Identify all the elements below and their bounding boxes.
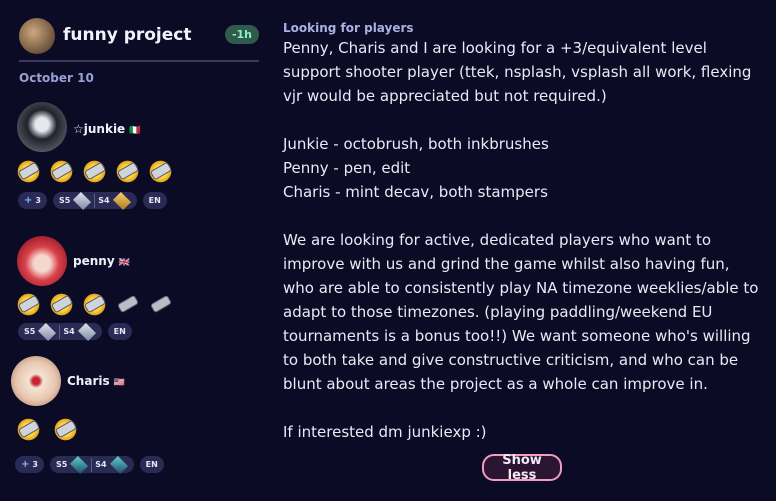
time-badge: -1h bbox=[224, 25, 259, 44]
language-badge: EN bbox=[107, 323, 132, 340]
weapon-pool bbox=[16, 292, 173, 317]
rank-icon bbox=[38, 322, 57, 341]
flag-icon: 🇮🇹 bbox=[129, 126, 141, 136]
post-title: Looking for players bbox=[283, 21, 414, 35]
plus-tier-badge: +3 bbox=[18, 192, 47, 209]
post-body: Penny, Charis and I are looking for a +3… bbox=[283, 39, 759, 441]
plus-tier-badge: +3 bbox=[15, 456, 44, 473]
avatar[interactable] bbox=[17, 236, 67, 286]
player-name[interactable]: Charis 🇺🇸 bbox=[67, 374, 125, 388]
flag-icon: 🇬🇧 bbox=[118, 258, 130, 268]
player-name-label: penny bbox=[73, 254, 115, 268]
post-content: Looking for players Penny, Charis and I … bbox=[283, 20, 763, 444]
rank-icon bbox=[70, 455, 89, 474]
team-sidebar: funny project -1h October 10 ☆junkie 🇮🇹 +… bbox=[0, 0, 270, 501]
player-name-label: Charis bbox=[67, 374, 110, 388]
weapon-icon bbox=[82, 292, 107, 317]
badges-row: +3 S5 S4 EN bbox=[15, 455, 164, 474]
date-label: October 10 bbox=[19, 71, 94, 85]
player-name[interactable]: penny 🇬🇧 bbox=[73, 254, 130, 268]
weapon-pool bbox=[16, 159, 173, 184]
weapon-icon bbox=[82, 159, 107, 184]
weapon-pool bbox=[16, 417, 78, 442]
weapon-icon bbox=[148, 159, 173, 184]
rank-badge: S5 S4 bbox=[18, 322, 102, 341]
team-avatar bbox=[19, 18, 55, 54]
plus-icon: + bbox=[24, 195, 33, 206]
weapon-icon bbox=[49, 292, 74, 317]
weapon-icon bbox=[148, 292, 173, 317]
plus-icon: + bbox=[21, 459, 30, 470]
weapon-icon bbox=[53, 417, 78, 442]
flag-icon: 🇺🇸 bbox=[113, 378, 125, 388]
player-name-label: ☆junkie bbox=[73, 122, 126, 136]
badges-row: S5 S4 EN bbox=[18, 322, 132, 341]
avatar[interactable] bbox=[11, 356, 61, 406]
weapon-icon bbox=[16, 417, 41, 442]
rank-icon bbox=[77, 322, 96, 341]
weapon-icon bbox=[16, 292, 41, 317]
language-badge: EN bbox=[139, 456, 164, 473]
weapon-icon bbox=[16, 159, 41, 184]
weapon-icon bbox=[115, 159, 140, 184]
weapon-icon bbox=[115, 292, 140, 317]
rank-badge: S5 S4 bbox=[49, 455, 134, 474]
show-less-button[interactable]: Show less bbox=[482, 453, 562, 483]
avatar[interactable] bbox=[17, 102, 67, 152]
language-badge: EN bbox=[142, 192, 167, 209]
rank-icon bbox=[112, 191, 131, 210]
team-header[interactable]: funny project -1h bbox=[19, 16, 259, 62]
team-name: funny project bbox=[63, 25, 192, 45]
rank-icon bbox=[73, 191, 92, 210]
badges-row: +3 S5 S4 EN bbox=[18, 191, 167, 210]
player-name[interactable]: ☆junkie 🇮🇹 bbox=[73, 122, 140, 136]
weapon-icon bbox=[49, 159, 74, 184]
rank-badge: S5 S4 bbox=[52, 191, 137, 210]
rank-icon bbox=[109, 455, 128, 474]
